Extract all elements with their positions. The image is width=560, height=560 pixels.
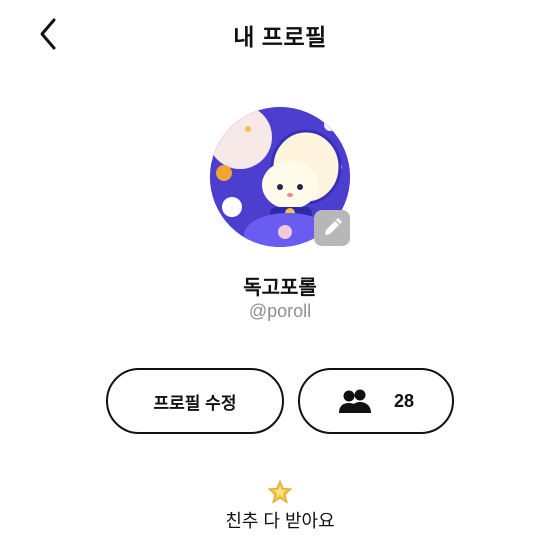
profile-handle: @poroll (248, 301, 312, 321)
friends-button[interactable]: 28 (298, 368, 454, 434)
avatar-container (210, 107, 354, 251)
status-message[interactable]: 친추 다 받아요 (0, 507, 560, 533)
edit-avatar-button[interactable] (314, 210, 350, 246)
top-bar: 내 프로필 (0, 0, 560, 70)
star-icon (268, 480, 292, 504)
edit-profile-button[interactable]: 프로필 수정 (106, 368, 284, 434)
pencil-icon (325, 218, 342, 235)
page-title: 내 프로필 (233, 24, 327, 50)
profile-name: 독고포롤 (243, 277, 317, 299)
people-icon (338, 389, 371, 413)
friends-count: 28 (393, 390, 415, 411)
edit-profile-label: 프로필 수정 (153, 393, 237, 413)
